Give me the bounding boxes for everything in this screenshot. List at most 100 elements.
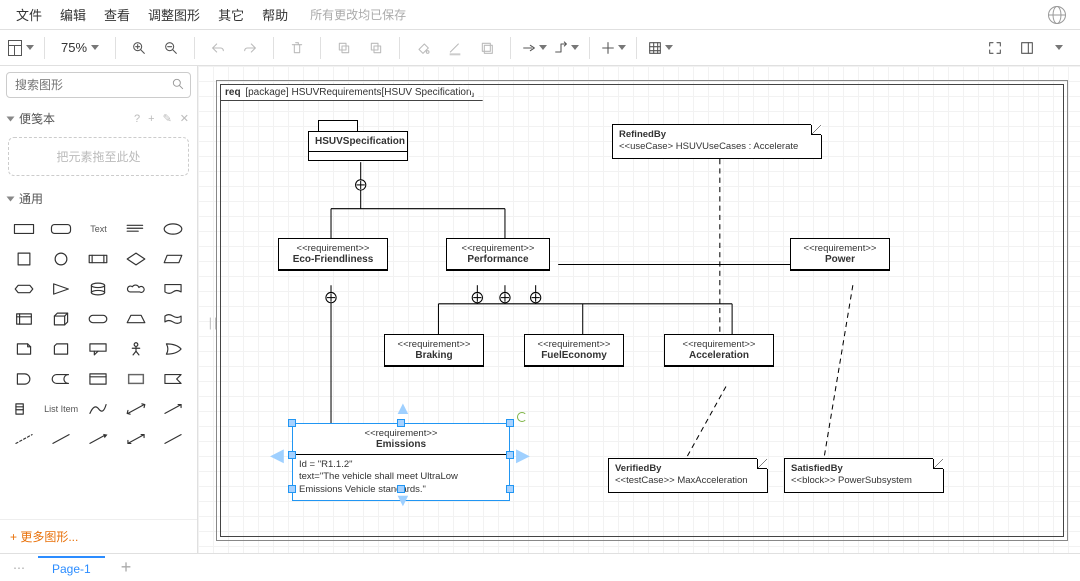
- node-fuel[interactable]: <<requirement>>FuelEconomy: [524, 334, 624, 367]
- shape-arrow-thin[interactable]: [118, 425, 153, 453]
- node-power[interactable]: <<requirement>>Power: [790, 238, 890, 271]
- shape-circle[interactable]: [43, 245, 78, 273]
- shape-or2[interactable]: [156, 335, 191, 363]
- shape-frame[interactable]: [118, 365, 153, 393]
- undo-button[interactable]: [205, 35, 231, 61]
- fullscreen-button[interactable]: [982, 35, 1008, 61]
- shape-flag[interactable]: [156, 365, 191, 393]
- selection-arrow-left-icon[interactable]: ◀: [270, 445, 284, 466]
- general-header[interactable]: 通用: [0, 184, 197, 213]
- layout-button[interactable]: [8, 35, 34, 61]
- frame-label: req [package] HSUVRequirements[HSUV Spec…: [220, 84, 483, 101]
- scratchpad-edit-icon[interactable]: ✎: [163, 112, 172, 125]
- redo-button[interactable]: [237, 35, 263, 61]
- search-input[interactable]: [6, 72, 191, 98]
- note-refinedby[interactable]: RefinedBy<<useCase> HSUVUseCases : Accel…: [612, 124, 822, 159]
- shape-cloud[interactable]: [118, 275, 153, 303]
- shape-cube[interactable]: [43, 305, 78, 333]
- menu-other[interactable]: 其它: [210, 1, 252, 28]
- canvas[interactable]: req [package] HSUVRequirements[HSUV Spec…: [198, 66, 1080, 553]
- insert-button[interactable]: [600, 35, 626, 61]
- zoom-in-button[interactable]: [126, 35, 152, 61]
- pages-menu-button[interactable]: ⋯: [8, 558, 30, 578]
- line-color-button[interactable]: [442, 35, 468, 61]
- menu-bar: 文件 编辑 查看 调整图形 其它 帮助 所有更改均已保存: [0, 0, 1080, 30]
- shape-list-item[interactable]: List Item: [43, 395, 78, 423]
- fill-color-button[interactable]: [410, 35, 436, 61]
- selection-arrow-down-icon[interactable]: ▼: [394, 490, 412, 511]
- search-icon[interactable]: [171, 77, 185, 94]
- menu-view[interactable]: 查看: [96, 1, 138, 28]
- save-status: 所有更改均已保存: [310, 6, 406, 23]
- zoom-out-button[interactable]: [158, 35, 184, 61]
- add-page-button[interactable]: +: [113, 557, 140, 578]
- node-braking[interactable]: <<requirement>>Braking: [384, 334, 484, 367]
- table-button[interactable]: [647, 35, 673, 61]
- shape-datastore[interactable]: [43, 365, 78, 393]
- node-eco[interactable]: <<requirement>>Eco-Friendliness: [278, 238, 388, 271]
- selection-arrow-up-icon[interactable]: ▲: [394, 398, 412, 419]
- menu-edit[interactable]: 编辑: [52, 1, 94, 28]
- shape-arrow-filled[interactable]: [81, 425, 116, 453]
- shape-line[interactable]: [43, 425, 78, 453]
- shadow-button[interactable]: [474, 35, 500, 61]
- shape-note[interactable]: [6, 335, 41, 363]
- scratchpad-header[interactable]: 便笺本 ? + ✎ ✕: [0, 104, 197, 133]
- scratchpad-add-icon[interactable]: +: [148, 113, 154, 125]
- node-perf[interactable]: <<requirement>>Performance: [446, 238, 550, 271]
- shape-container[interactable]: [81, 365, 116, 393]
- shape-actor[interactable]: [118, 335, 153, 363]
- shape-diamond[interactable]: [118, 245, 153, 273]
- waypoint-style-button[interactable]: [553, 35, 579, 61]
- shape-parallelogram[interactable]: [156, 245, 191, 273]
- expand-button[interactable]: [1046, 35, 1072, 61]
- shape-internal-storage[interactable]: [6, 305, 41, 333]
- shape-document[interactable]: [156, 275, 191, 303]
- shape-search: [6, 72, 191, 98]
- node-spec[interactable]: HSUVSpecification: [308, 131, 408, 161]
- shape-triangle[interactable]: [43, 275, 78, 303]
- shape-text[interactable]: Text: [81, 215, 116, 243]
- shape-curve[interactable]: [81, 395, 116, 423]
- shape-dashed[interactable]: [6, 425, 41, 453]
- shape-connector[interactable]: [156, 425, 191, 453]
- note-verifiedby[interactable]: VerifiedBy<<testCase>> MaxAcceleration: [608, 458, 768, 493]
- node-accel[interactable]: <<requirement>>Acceleration: [664, 334, 774, 367]
- menu-help[interactable]: 帮助: [254, 1, 296, 28]
- shape-process[interactable]: [81, 245, 116, 273]
- shape-card[interactable]: [43, 335, 78, 363]
- shape-trapezoid[interactable]: [118, 305, 153, 333]
- note-satisfiedby[interactable]: SatisfiedBy<<block>> PowerSubsystem: [784, 458, 944, 493]
- shape-tape[interactable]: [156, 305, 191, 333]
- shape-textbox[interactable]: [118, 215, 153, 243]
- to-back-button[interactable]: [363, 35, 389, 61]
- general-label: 通用: [19, 190, 43, 207]
- shape-callout[interactable]: [81, 335, 116, 363]
- scratchpad-close-icon[interactable]: ✕: [180, 112, 189, 125]
- shape-roundrect[interactable]: [43, 215, 78, 243]
- language-icon[interactable]: [1048, 6, 1066, 24]
- scratchpad-help-icon[interactable]: ?: [134, 113, 140, 125]
- format-panel-button[interactable]: [1014, 35, 1040, 61]
- to-front-button[interactable]: [331, 35, 357, 61]
- shape-ellipse[interactable]: [156, 215, 191, 243]
- shape-stadium[interactable]: [81, 305, 116, 333]
- zoom-select[interactable]: 75%: [55, 40, 105, 55]
- shape-arrow-both[interactable]: [118, 395, 153, 423]
- menu-adjust-shape[interactable]: 调整图形: [140, 1, 208, 28]
- shape-and[interactable]: [6, 365, 41, 393]
- connector-style-button[interactable]: [521, 35, 547, 61]
- rotate-handle-icon[interactable]: [517, 412, 527, 422]
- scratchpad-dropzone[interactable]: 把元素拖至此处: [8, 137, 189, 176]
- more-shapes-button[interactable]: + 更多图形...: [0, 519, 197, 553]
- shape-square[interactable]: [6, 245, 41, 273]
- shape-arrow-open[interactable]: [156, 395, 191, 423]
- shape-list1[interactable]: [6, 395, 41, 423]
- delete-button[interactable]: [284, 35, 310, 61]
- shape-hexagon[interactable]: [6, 275, 41, 303]
- shape-rect[interactable]: [6, 215, 41, 243]
- menu-file[interactable]: 文件: [8, 1, 50, 28]
- selection-arrow-right-icon[interactable]: ▶: [516, 445, 530, 466]
- page-tab-1[interactable]: Page-1: [38, 556, 105, 580]
- shape-cylinder[interactable]: [81, 275, 116, 303]
